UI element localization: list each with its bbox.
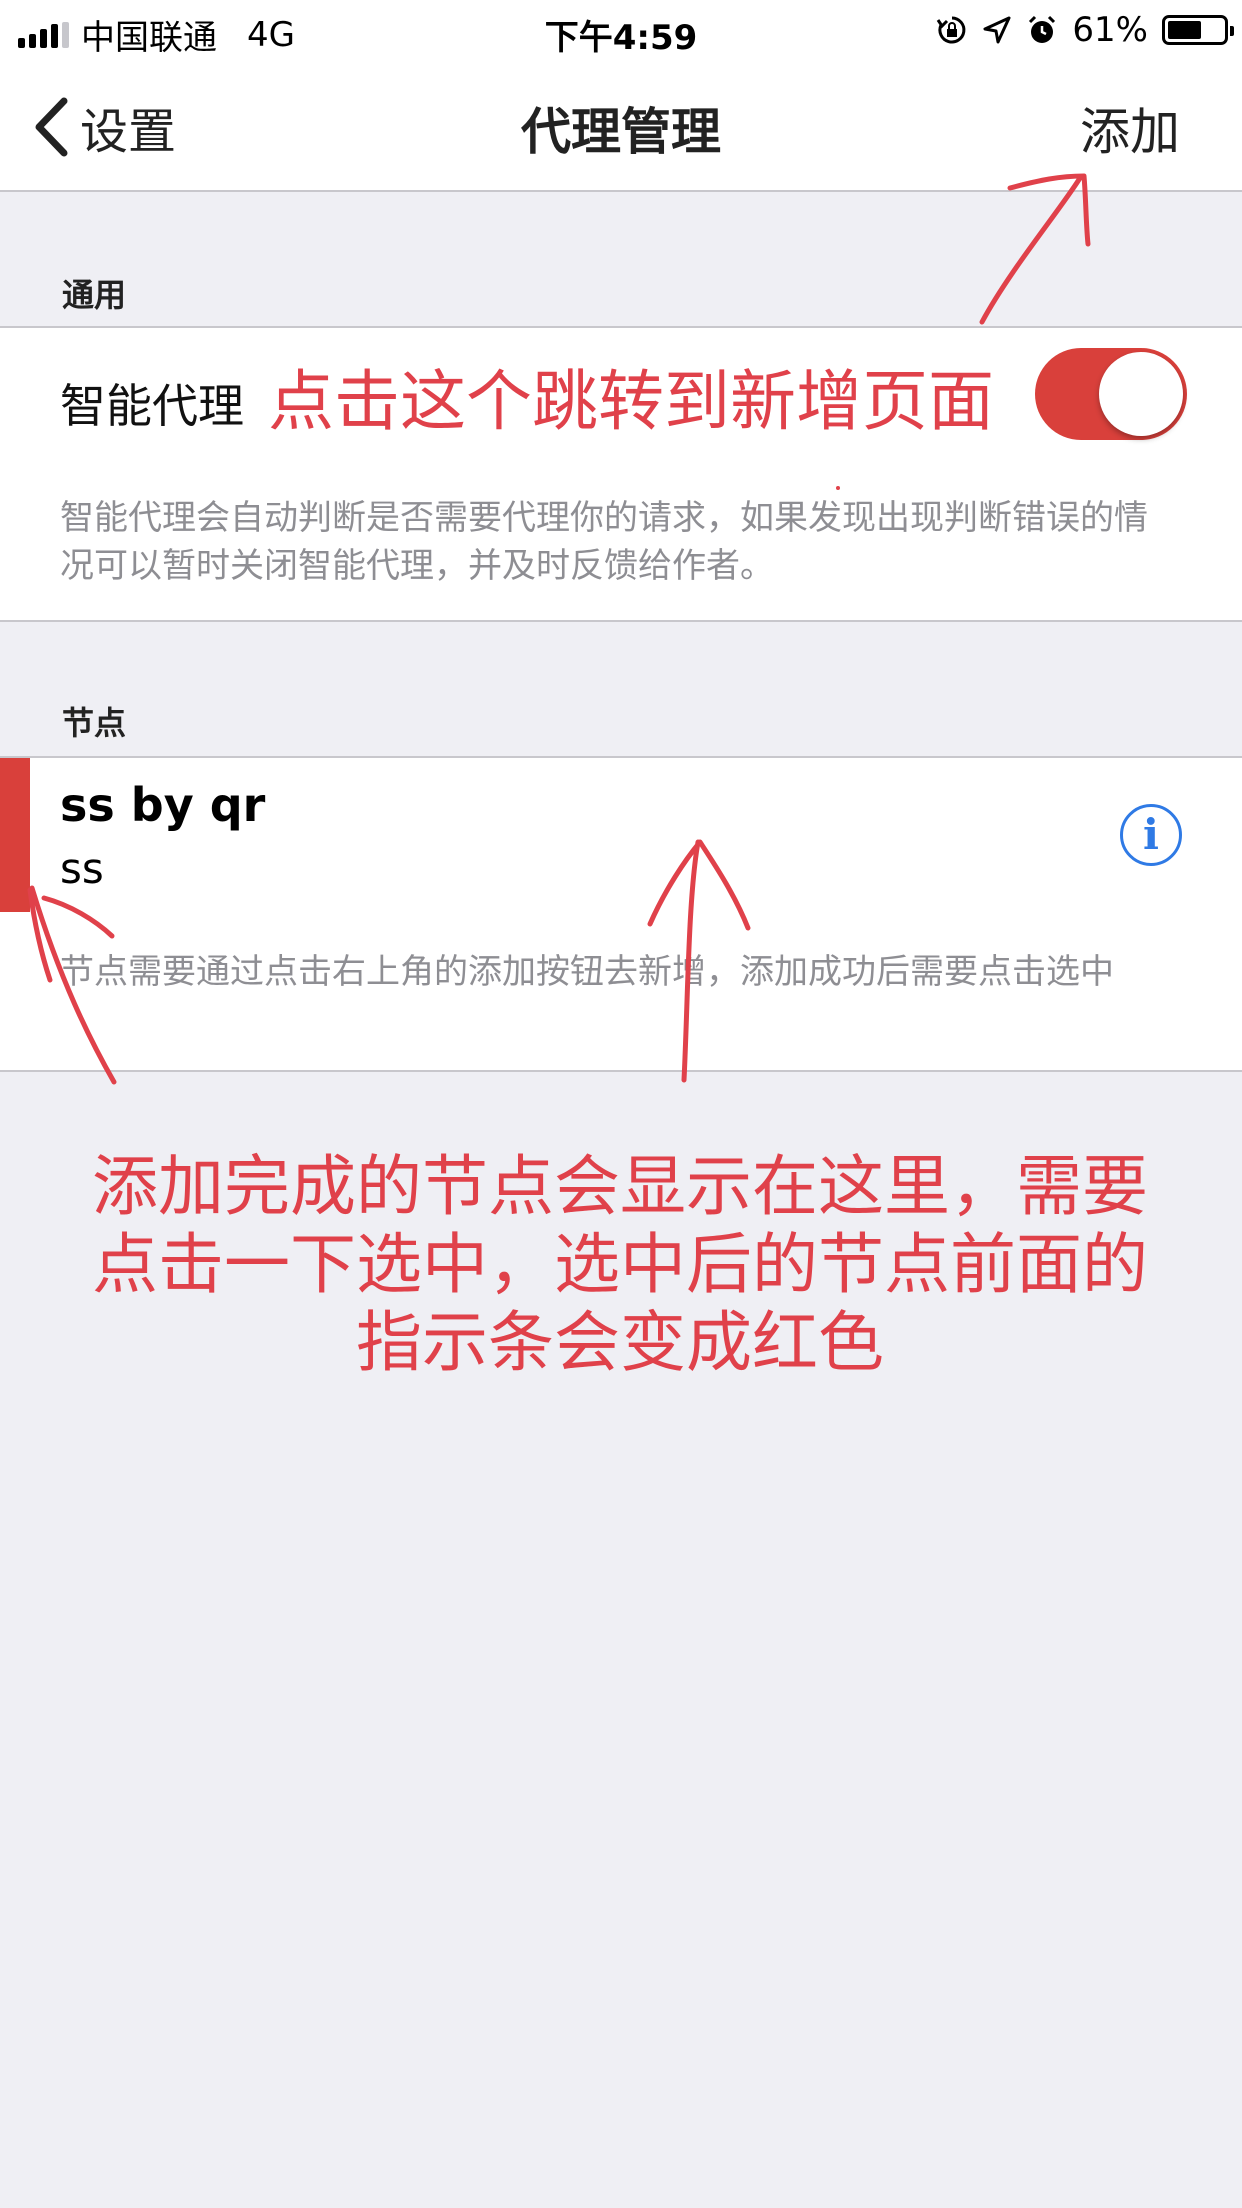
status-bar: 中国联通 4G 下午4:59 61%	[0, 0, 1242, 62]
toggle-knob	[1099, 352, 1183, 436]
alarm-icon	[1029, 15, 1056, 43]
info-icon[interactable]: i	[1120, 804, 1182, 866]
battery-fill	[1168, 21, 1201, 39]
smart-proxy-toggle[interactable]	[1035, 348, 1187, 440]
section-header-nodes: 节点	[62, 704, 127, 742]
back-button[interactable]: 设置	[34, 92, 176, 162]
annotation-node-hint-line-1: 添加完成的节点会显示在这里，需要	[92, 1148, 1148, 1225]
smart-proxy-label: 智能代理	[60, 379, 244, 433]
battery-percent: 61%	[1072, 10, 1148, 50]
battery-icon	[1162, 15, 1234, 45]
smart-proxy-description: 智能代理会自动判断是否需要代理你的请求，如果发现出现判断错误的情况可以暂时关闭智…	[60, 498, 1148, 586]
annotation-node-hint-line-2: 点击一下选中，选中后的节点前面的	[92, 1226, 1148, 1303]
node-name: ss by qr	[60, 778, 266, 832]
chevron-left-icon	[35, 97, 68, 157]
back-button-label: 设置	[80, 104, 177, 160]
location-icon	[983, 16, 1011, 44]
node-type: ss	[60, 844, 104, 893]
section-header-general: 通用	[62, 276, 127, 314]
add-button[interactable]: 添加	[1080, 92, 1180, 164]
general-footer-cell: 智能代理会自动判断是否需要代理你的请求，如果发现出现判断错误的情况可以暂时关闭智…	[0, 460, 1242, 622]
annotation-node-hint-line-3: 指示条会变成红色	[356, 1304, 884, 1381]
annotation-add-hint: 点击这个跳转到新增页面	[268, 363, 994, 440]
status-bar-right: 61%	[936, 10, 1234, 50]
arrow-to-add-button	[979, 173, 1091, 325]
node-selected-indicator	[0, 758, 30, 914]
nodes-description: 节点需要通过点击右上角的添加按钮去新增，添加成功后需要点击选中	[60, 952, 1114, 992]
node-row[interactable]: ss by qr ss i	[0, 756, 1242, 914]
page-title: 代理管理	[521, 103, 721, 161]
rotation-lock-icon	[937, 16, 966, 44]
nodes-footer-cell: 节点需要通过点击右上角的添加按钮去新增，添加成功后需要点击选中	[0, 912, 1242, 1072]
navigation-bar: 设置 代理管理 添加	[0, 62, 1242, 192]
annotation-node-hint: 添加完成的节点会显示在这里，需要 点击一下选中，选中后的节点前面的 指示条会变成…	[40, 1148, 1200, 1382]
